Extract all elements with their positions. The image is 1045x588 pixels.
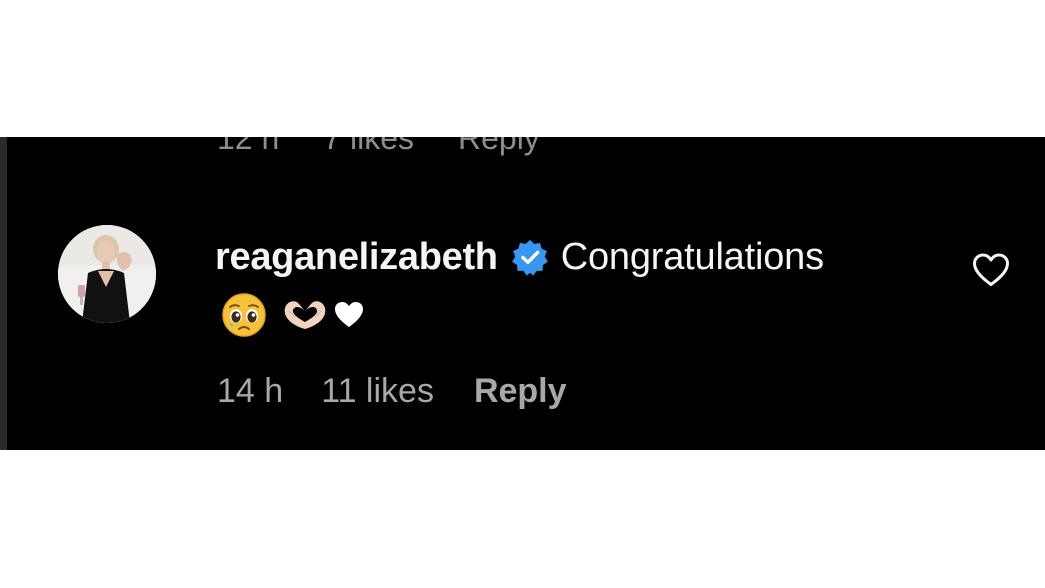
comment-time: 14 h <box>217 371 284 410</box>
comment-body: reaganelizabeth Congratulations <box>215 233 824 281</box>
comment-emojis <box>221 292 365 343</box>
previous-comment-meta: 12 h 7 likes Reply <box>217 137 540 156</box>
avatar-photo <box>58 225 156 323</box>
panel-edge <box>0 137 7 450</box>
previous-comment-time: 12 h <box>217 137 280 156</box>
comment-panel: 12 h 7 likes Reply reaganelizabeth Congr… <box>0 137 1045 450</box>
comment-likes-count[interactable]: 11 likes <box>321 372 434 411</box>
screenshot-canvas: 12 h 7 likes Reply reaganelizabeth Congr… <box>0 0 1045 588</box>
pleading-face-emoji-icon <box>221 292 267 343</box>
previous-comment-reply-button[interactable]: Reply <box>458 137 540 156</box>
white-heart-emoji-icon <box>333 300 365 335</box>
username[interactable]: reaganelizabeth <box>215 236 498 279</box>
like-heart-icon[interactable] <box>971 252 1011 288</box>
previous-comment-likes[interactable]: 7 likes <box>323 137 414 156</box>
reply-button[interactable]: Reply <box>474 372 567 411</box>
comment-text: Congratulations <box>560 235 824 278</box>
heart-hands-emoji-icon <box>281 295 329 340</box>
avatar[interactable] <box>58 225 156 323</box>
verified-badge-icon <box>511 238 549 276</box>
comment-meta: 14 h 11 likes Reply <box>217 369 567 413</box>
